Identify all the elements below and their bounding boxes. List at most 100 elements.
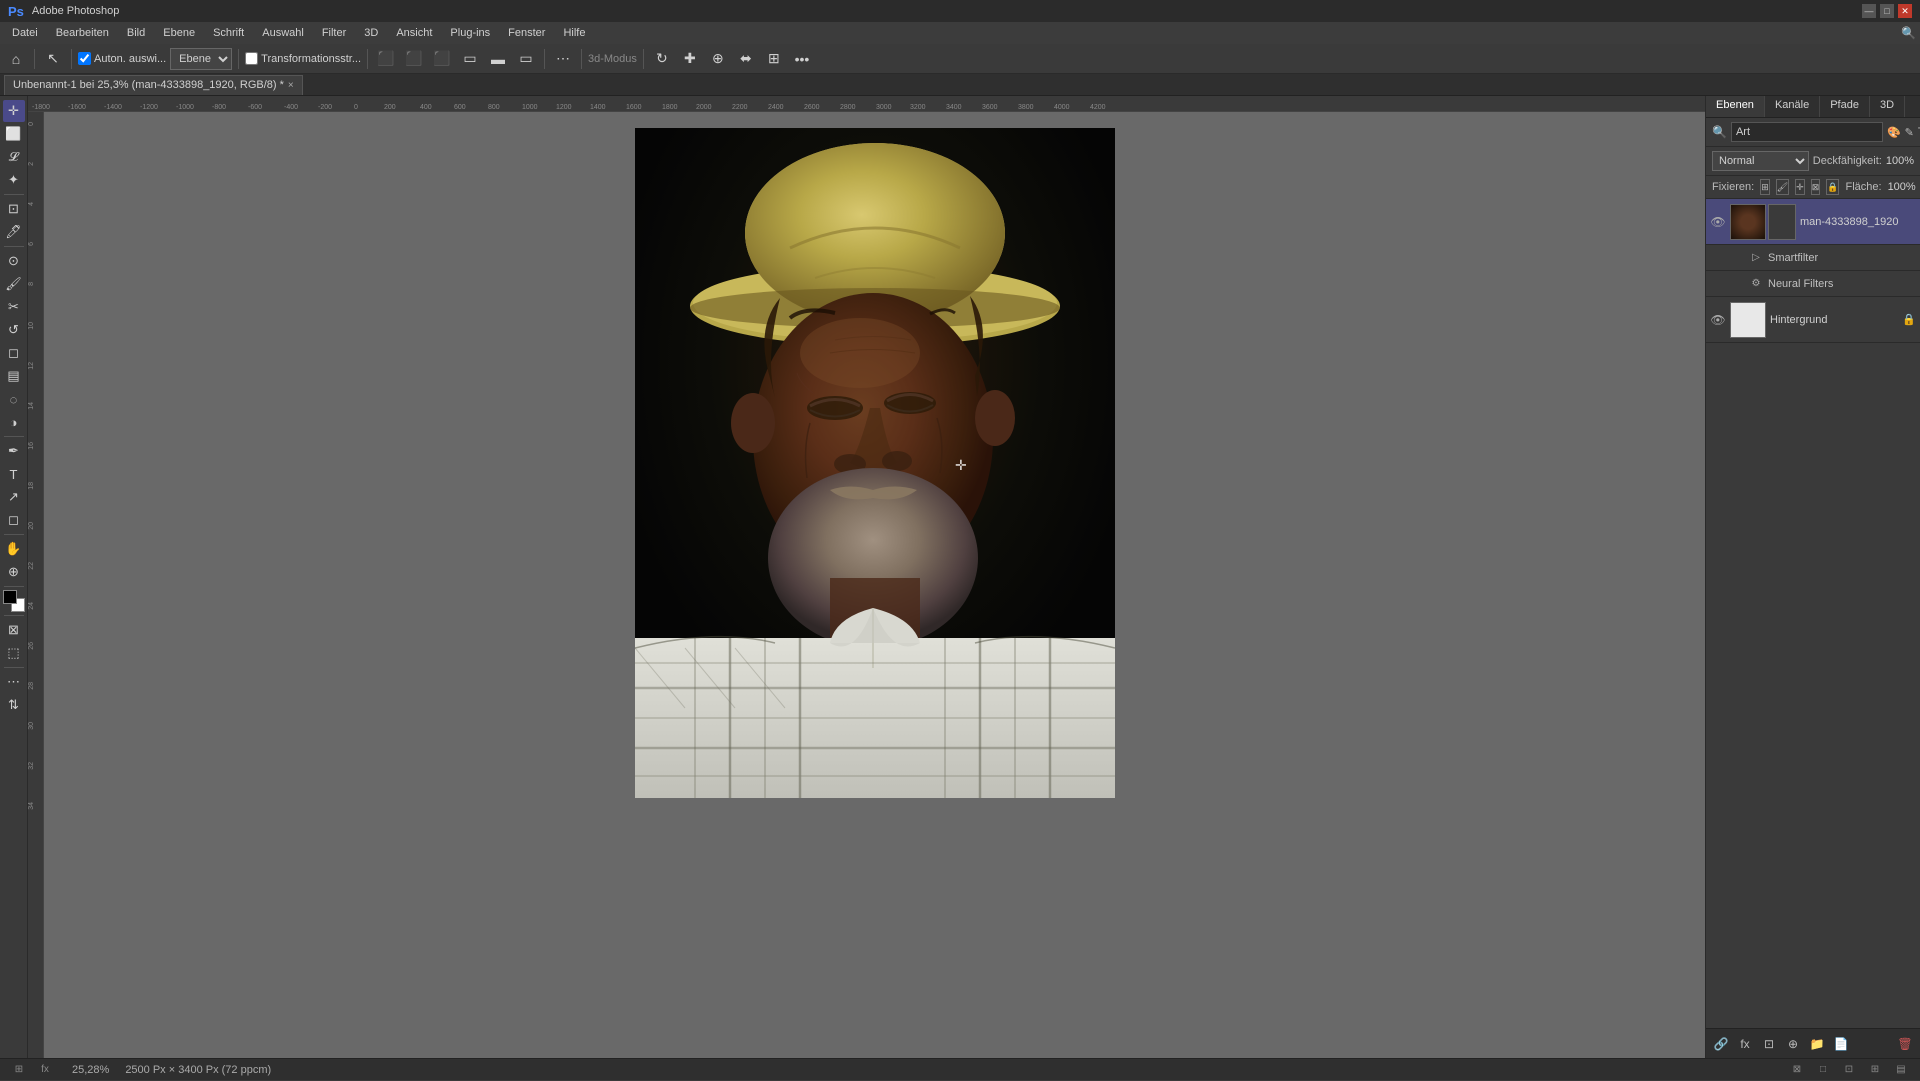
dodge-tool[interactable]: ◑ xyxy=(3,411,25,433)
link-layers-btn[interactable]: 🔗 xyxy=(1710,1033,1732,1055)
pan-3d-btn[interactable]: ✚ xyxy=(678,47,702,71)
add-group-btn[interactable]: 📁 xyxy=(1806,1033,1828,1055)
move-tool[interactable]: ✛ xyxy=(3,100,25,122)
path-select-tool[interactable]: ↗ xyxy=(3,486,25,508)
extra-tool-1[interactable]: ⋯ xyxy=(3,671,25,693)
blur-tool[interactable]: ◌ xyxy=(3,388,25,410)
align-bottom-btn[interactable]: ▭ xyxy=(514,47,538,71)
doc-tab-close[interactable]: × xyxy=(288,80,294,91)
align-left-btn[interactable]: ⬛ xyxy=(374,47,398,71)
pen-tool[interactable]: ✒ xyxy=(3,440,25,462)
gradient-tool[interactable]: ▤ xyxy=(3,365,25,387)
delete-layer-btn[interactable]: 🗑 xyxy=(1894,1033,1916,1055)
filter-kind-btn[interactable]: 🎨 xyxy=(1887,123,1901,141)
tab-pfade[interactable]: Pfade xyxy=(1820,96,1870,117)
align-center-h-btn[interactable]: ▬ xyxy=(486,47,510,71)
status-right-1[interactable]: ⊠ xyxy=(1786,1059,1808,1081)
lasso-tool[interactable]: 𝓛 xyxy=(3,146,25,168)
extra-tool-2[interactable]: ⇅ xyxy=(3,694,25,716)
menu-plugins[interactable]: Plug-ins xyxy=(442,25,498,41)
layer-visibility-bg[interactable]: 👁 xyxy=(1710,312,1726,328)
menu-ebene[interactable]: Ebene xyxy=(155,25,203,41)
layer-item-hintergrund[interactable]: 👁 Hintergrund 🔒 xyxy=(1706,297,1920,343)
shape-tool[interactable]: ◻ xyxy=(3,509,25,531)
home-button[interactable]: ⌂ xyxy=(4,47,28,71)
menu-schrift[interactable]: Schrift xyxy=(205,25,252,41)
text-tool[interactable]: T xyxy=(3,463,25,485)
maximize-button[interactable]: □ xyxy=(1880,4,1894,18)
align-top-btn[interactable]: ▭ xyxy=(458,47,482,71)
lock-transparent-btn[interactable]: ⊞ xyxy=(1760,179,1770,195)
lock-image-btn[interactable]: 🖌 xyxy=(1776,179,1789,195)
zoom-tool[interactable]: ⊕ xyxy=(3,561,25,583)
lock-artboard-btn[interactable]: ⊠ xyxy=(1811,179,1821,195)
tab-3d[interactable]: 3D xyxy=(1870,96,1905,117)
screen-mode-tool[interactable]: ⬚ xyxy=(3,642,25,664)
distribute-btn[interactable]: ⋯ xyxy=(551,47,575,71)
menu-filter[interactable]: Filter xyxy=(314,25,354,41)
blend-mode-select[interactable]: Normal xyxy=(1712,151,1809,171)
align-center-v-btn[interactable]: ⬛ xyxy=(402,47,426,71)
scale-btn[interactable]: ⊞ xyxy=(762,47,786,71)
menu-hilfe[interactable]: Hilfe xyxy=(555,25,593,41)
clone-tool[interactable]: ✂ xyxy=(3,296,25,318)
hand-tool[interactable]: ✋ xyxy=(3,538,25,560)
menu-ansicht[interactable]: Ansicht xyxy=(388,25,440,41)
crop-tool[interactable]: ⊡ xyxy=(3,198,25,220)
color-swatches[interactable] xyxy=(3,590,25,612)
magic-wand-tool[interactable]: ✦ xyxy=(3,169,25,191)
add-mask-btn[interactable]: ⊡ xyxy=(1758,1033,1780,1055)
status-right-3[interactable]: ⊡ xyxy=(1838,1059,1860,1081)
eraser-tool[interactable]: ◻ xyxy=(3,342,25,364)
new-layer-btn[interactable]: 📄 xyxy=(1830,1033,1852,1055)
filter-adj-btn[interactable]: ✎ xyxy=(1905,123,1914,141)
add-style-btn[interactable]: fx xyxy=(1734,1033,1756,1055)
status-right-5[interactable]: ▤ xyxy=(1890,1059,1912,1081)
rotate-3d-btn[interactable]: ↻ xyxy=(650,47,674,71)
zoom-3d-btn[interactable]: ⊕ xyxy=(706,47,730,71)
status-right-2[interactable]: □ xyxy=(1812,1059,1834,1081)
move-tool-arrow[interactable]: ↖ xyxy=(41,47,65,71)
transform-checkbox[interactable] xyxy=(245,52,258,65)
canvas-area[interactable]: ✛ xyxy=(44,112,1705,1058)
layer-sub-neural[interactable]: ⚙ Neural Filters xyxy=(1706,271,1920,297)
layer-item-man[interactable]: 👁 man-4333898_1920 xyxy=(1706,199,1920,245)
add-adjustment-btn[interactable]: ⊕ xyxy=(1782,1033,1804,1055)
menu-auswahl[interactable]: Auswahl xyxy=(254,25,312,41)
menu-bearbeiten[interactable]: Bearbeiten xyxy=(48,25,117,41)
quick-mask-tool[interactable]: ⊠ xyxy=(3,619,25,641)
menu-fenster[interactable]: Fenster xyxy=(500,25,553,41)
menu-datei[interactable]: Datei xyxy=(4,25,46,41)
extra-tools-btn[interactable]: ••• xyxy=(790,47,814,71)
search-area[interactable]: 🔍 xyxy=(1901,26,1916,40)
menu-bild[interactable]: Bild xyxy=(119,25,153,41)
title-bar-controls[interactable]: — □ ✕ xyxy=(1862,4,1912,18)
status-icon-1[interactable]: ⊞ xyxy=(8,1059,30,1081)
lock-all-btn[interactable]: 🔒 xyxy=(1826,179,1839,195)
status-icon-2[interactable]: fx xyxy=(34,1059,56,1081)
ruler-mark: -1000 xyxy=(176,104,194,111)
layer-search-input[interactable] xyxy=(1731,122,1883,142)
tab-kanale[interactable]: Kanäle xyxy=(1765,96,1820,117)
align-right-btn[interactable]: ⬛ xyxy=(430,47,454,71)
history-brush-tool[interactable]: ↺ xyxy=(3,319,25,341)
tab-ebenen[interactable]: Ebenen xyxy=(1706,96,1765,117)
spot-heal-tool[interactable]: ⊙ xyxy=(3,250,25,272)
rectangle-select-tool[interactable]: ⬜ xyxy=(3,123,25,145)
auto-select-checkbox[interactable] xyxy=(78,52,91,65)
status-right-4[interactable]: ⊞ xyxy=(1864,1059,1886,1081)
minimize-button[interactable]: — xyxy=(1862,4,1876,18)
slide-btn[interactable]: ⬌ xyxy=(734,47,758,71)
brush-tool[interactable]: 🖌 xyxy=(3,273,25,295)
menu-3d[interactable]: 3D xyxy=(356,25,386,41)
close-button[interactable]: ✕ xyxy=(1898,4,1912,18)
ruler-v-mark: 14 xyxy=(28,402,35,410)
layer-sub-expand[interactable]: ▷ Smartfilter xyxy=(1706,245,1920,271)
panel-bottom-toolbar: 🔗 fx ⊡ ⊕ 📁 📄 🗑 xyxy=(1706,1028,1920,1058)
layer-select[interactable]: Ebene xyxy=(170,48,232,70)
layer-visibility-man[interactable]: 👁 xyxy=(1710,214,1726,230)
document-tab[interactable]: Unbenannt-1 bei 25,3% (man-4333898_1920,… xyxy=(4,75,303,95)
tool-sep-6 xyxy=(4,615,24,616)
lock-position-btn[interactable]: ✛ xyxy=(1795,179,1805,195)
eyedropper-tool[interactable]: 🖊 xyxy=(3,221,25,243)
